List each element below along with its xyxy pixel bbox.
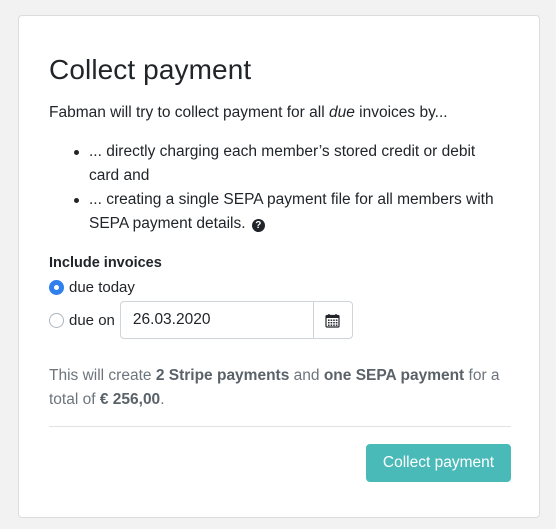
radio-option-due-on: due on: [49, 301, 353, 339]
radio-option-due-today: due today: [49, 279, 135, 296]
collect-payment-card: Collect payment Fabman will try to colle…: [18, 15, 540, 518]
list-item: ... directly charging each member’s stor…: [49, 140, 509, 188]
due-today-label[interactable]: due today: [69, 279, 135, 296]
due-date-input[interactable]: [119, 301, 313, 339]
calendar-button[interactable]: [312, 301, 353, 339]
sepa-count: one SEPA payment: [323, 367, 465, 384]
include-invoices-label: Include invoices: [49, 255, 162, 271]
intro-text: Fabman will try to collect payment for a…: [49, 102, 448, 124]
summary-text: This will create: [49, 367, 156, 384]
due-on-radio[interactable]: [49, 312, 64, 328]
question-circle-icon[interactable]: ?: [251, 219, 265, 232]
date-picker: [119, 301, 353, 339]
bullet-text-sepa: ... creating a single SEPA payment file …: [89, 191, 494, 232]
total-amount: € 256,00: [99, 391, 161, 408]
due-today-radio[interactable]: [49, 280, 64, 295]
summary-text: .: [160, 391, 165, 408]
intro-suffix: invoices by...: [354, 104, 448, 121]
payment-methods-list: ... directly charging each member’s stor…: [49, 140, 509, 236]
intro-emphasis: due: [328, 104, 355, 121]
payment-summary: This will create 2 Stripe payments and o…: [49, 364, 519, 412]
divider: [49, 426, 511, 427]
collect-payment-button[interactable]: Collect payment: [366, 444, 511, 482]
intro-prefix: Fabman will try to collect payment for a…: [49, 104, 329, 121]
list-item: ... creating a single SEPA payment file …: [49, 188, 509, 236]
due-on-label[interactable]: due on: [69, 312, 115, 329]
calendar-icon: [325, 313, 340, 328]
page-title: Collect payment: [49, 54, 252, 85]
stripe-count: 2 Stripe payments: [155, 367, 290, 384]
summary-text: and: [289, 367, 324, 384]
bullet-text-card: ... directly charging each member’s stor…: [89, 143, 476, 184]
